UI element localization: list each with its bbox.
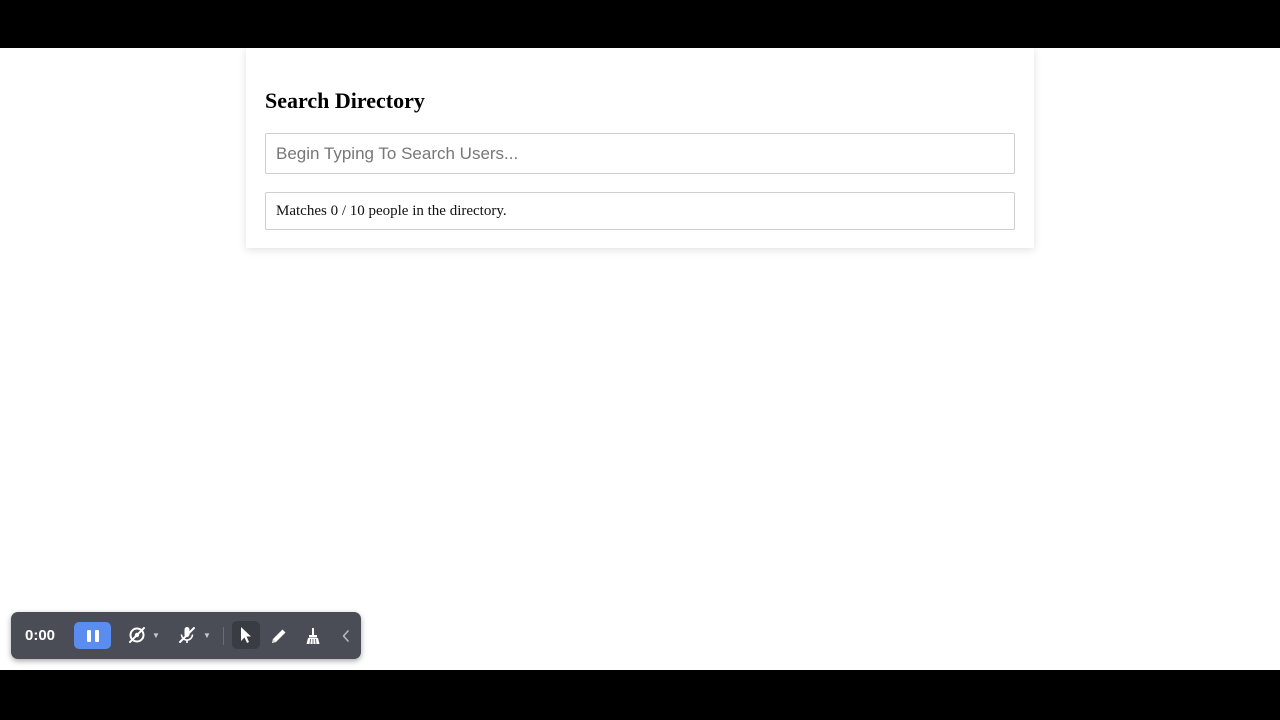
pen-tool-button[interactable] [266, 623, 292, 649]
mic-off-icon [179, 627, 195, 643]
caret-down-icon: ▼ [152, 630, 160, 640]
chevron-left-icon [342, 630, 349, 642]
clear-drawings-button[interactable] [300, 623, 326, 649]
pause-icon [85, 629, 101, 642]
results-count: Matches 0 / 10 people in the directory. [265, 192, 1015, 230]
camera-options-button[interactable]: ▼ [151, 623, 161, 647]
mic-options-button[interactable]: ▼ [202, 623, 212, 647]
cursor-icon [241, 627, 251, 643]
letterbox-bottom [0, 670, 1280, 720]
results-text: Matches 0 / 10 people in the directory. [276, 202, 507, 219]
page-title: Search Directory [265, 88, 425, 113]
recorder-toolbar: 0:00 ▼ ▼ [11, 612, 361, 659]
letterbox-top [0, 0, 1280, 48]
pen-icon [272, 629, 286, 643]
broom-icon [306, 628, 320, 645]
collapse-toolbar-button[interactable] [338, 623, 354, 649]
recording-timer: 0:00 [25, 627, 56, 644]
search-directory-card: Search Directory Matches 0 / 10 people i… [246, 48, 1034, 248]
search-input[interactable] [265, 133, 1015, 174]
caret-down-icon: ▼ [203, 630, 211, 640]
toolbar-divider [223, 627, 224, 645]
cursor-tool-button[interactable] [232, 621, 260, 649]
camera-toggle-button[interactable] [125, 623, 149, 647]
page-viewport: Search Directory Matches 0 / 10 people i… [0, 48, 1280, 670]
camera-off-icon [129, 627, 145, 643]
pause-button[interactable] [74, 622, 111, 649]
mic-toggle-button[interactable] [175, 623, 199, 647]
